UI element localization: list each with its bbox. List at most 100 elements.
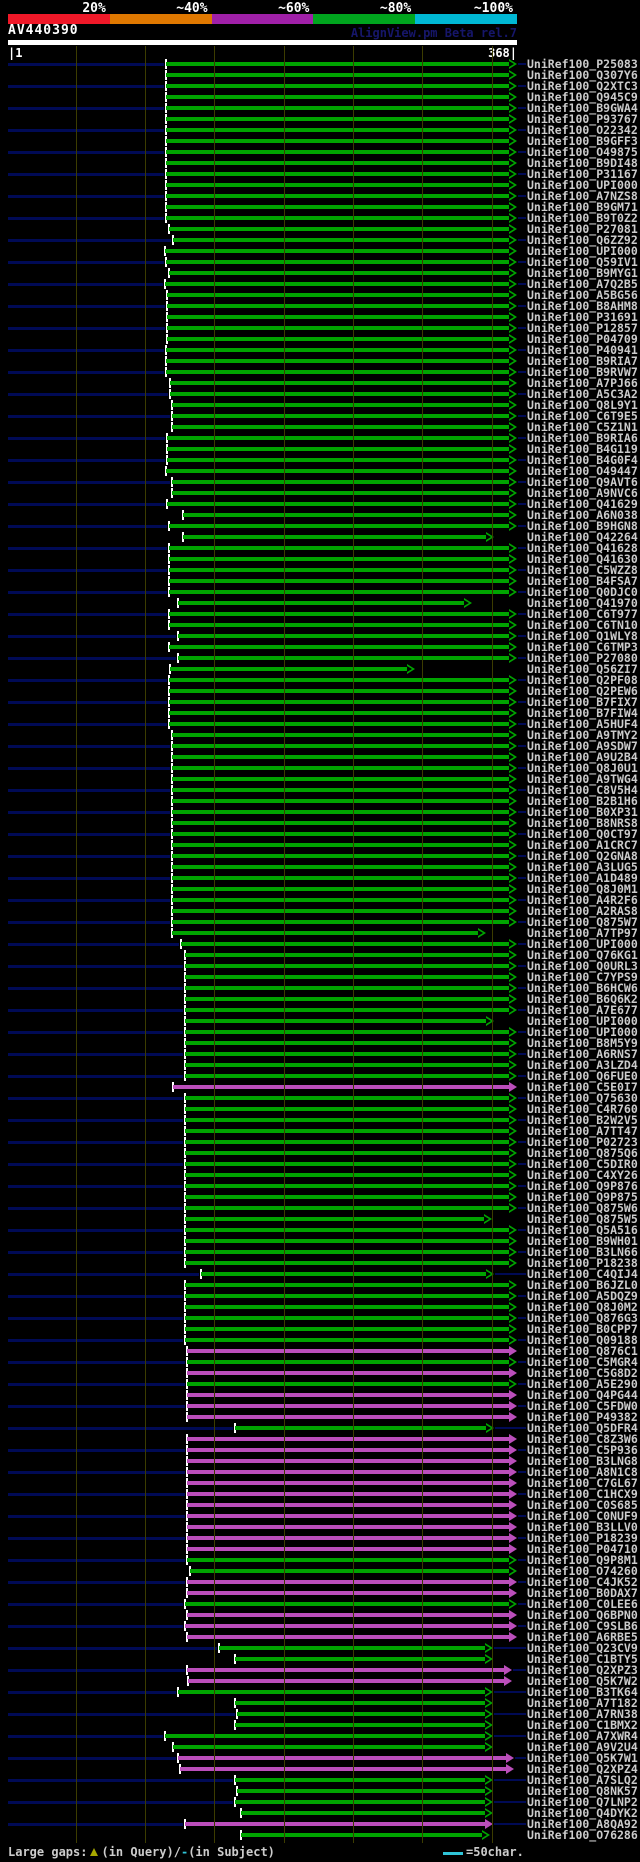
label-connector-line [518,811,526,813]
hit-bar [185,1338,509,1342]
arrowhead-inner [509,1040,514,1046]
arrowhead-inner [484,1216,489,1222]
label-connector-line [518,525,526,527]
hit-bar [185,1195,509,1199]
hit-bar [169,678,509,682]
leader-line [8,965,183,968]
hit-bar [235,1778,485,1782]
leader-line [8,151,164,154]
label-connector-line [518,1559,526,1561]
arrowhead-inner [509,1359,514,1365]
arrowhead-icon [509,1401,517,1411]
leader-line [8,613,167,616]
leader-line [8,1669,185,1672]
label-connector-line [518,195,526,197]
arrowhead-inner [509,545,514,551]
arrowhead-inner [509,1227,514,1233]
label-connector-line [518,1537,526,1539]
leader-line [8,1405,185,1408]
hit-bar [188,1679,504,1683]
arrowhead-inner [509,1106,514,1112]
hit-bar [172,777,509,781]
label-connector-line [518,635,526,637]
arrowhead-icon [506,1764,514,1774]
leader-line [8,1097,183,1100]
arrowhead-inner [509,347,514,353]
arrowhead-inner [509,1381,514,1387]
arrowhead-inner [485,1744,490,1750]
arrowhead-inner [464,600,469,606]
hit-bar [185,1162,509,1166]
label-connector-line [518,1383,526,1385]
label-connector-line [518,1515,526,1517]
label-connector-line [518,1251,526,1253]
hit-bar [167,337,509,341]
arrowhead-inner [509,732,514,738]
hit-bar [187,1591,509,1595]
leader-line [8,1339,183,1342]
hit-bar [181,942,509,946]
arrowhead-inner [509,215,514,221]
arrowhead-icon [509,1445,517,1455]
hit-bar [185,1316,509,1320]
leader-line [8,657,176,660]
arrowhead-inner [509,204,514,210]
hit-bar [173,1085,509,1089]
leader-line [8,1207,183,1210]
hit-bar [185,1118,509,1122]
hit-bar [166,161,509,165]
arrowhead-inner [509,171,514,177]
hit-bar [167,293,509,297]
arrowhead-inner [509,1194,514,1200]
arrowhead-inner [509,413,514,419]
gridline [145,46,146,1843]
arrowhead-inner [509,875,514,881]
hit-bar [187,1503,509,1507]
arrowhead-inner [509,292,514,298]
gap-triangle-icon [90,1848,99,1856]
arrowhead-inner [478,930,483,936]
label-connector-line [518,1185,526,1187]
arrowhead-icon [509,1533,517,1543]
arrowhead-inner [509,864,514,870]
leader-line [8,1317,183,1320]
hit-bar [187,1349,509,1353]
hit-bar [185,1140,509,1144]
hit-label[interactable]: UniRef100_O76286 [527,1829,638,1841]
hit-bar [185,1008,509,1012]
arrowhead-inner [509,380,514,386]
scale-percent-label: ~40% [176,1,208,16]
hit-bar [180,1767,506,1771]
hit-bar [187,1360,509,1364]
arrowhead-inner [509,1205,514,1211]
hit-bar [172,744,509,748]
label-connector-line [518,107,526,109]
leader-line [8,1119,183,1122]
arrowhead-inner [509,1337,514,1343]
arrowhead-inner [509,1238,514,1244]
label-connector-line [518,1119,526,1121]
arrowhead-inner [509,270,514,276]
hit-bar [185,1052,509,1056]
leader-line [8,525,167,528]
arrowhead-inner [509,721,514,727]
hit-bar [166,348,509,352]
hit-bar [169,590,509,594]
hit-bar [172,733,509,737]
hit-bar [172,491,509,495]
label-connector-line [518,855,526,857]
gridline [492,46,493,1843]
hit-bar [241,1833,482,1837]
arrowhead-inner [509,1183,514,1189]
leader-line [8,701,167,704]
label-connector-line [518,305,526,307]
hit-bar [167,326,509,330]
arrowhead-inner [509,83,514,89]
arrowhead-inner [509,369,514,375]
arrowhead-icon [509,1368,517,1378]
label-connector-line [518,657,526,659]
hit-bar [172,414,509,418]
hit-bar [166,172,509,176]
arrowhead-inner [509,358,514,364]
hit-bar [235,1657,485,1661]
